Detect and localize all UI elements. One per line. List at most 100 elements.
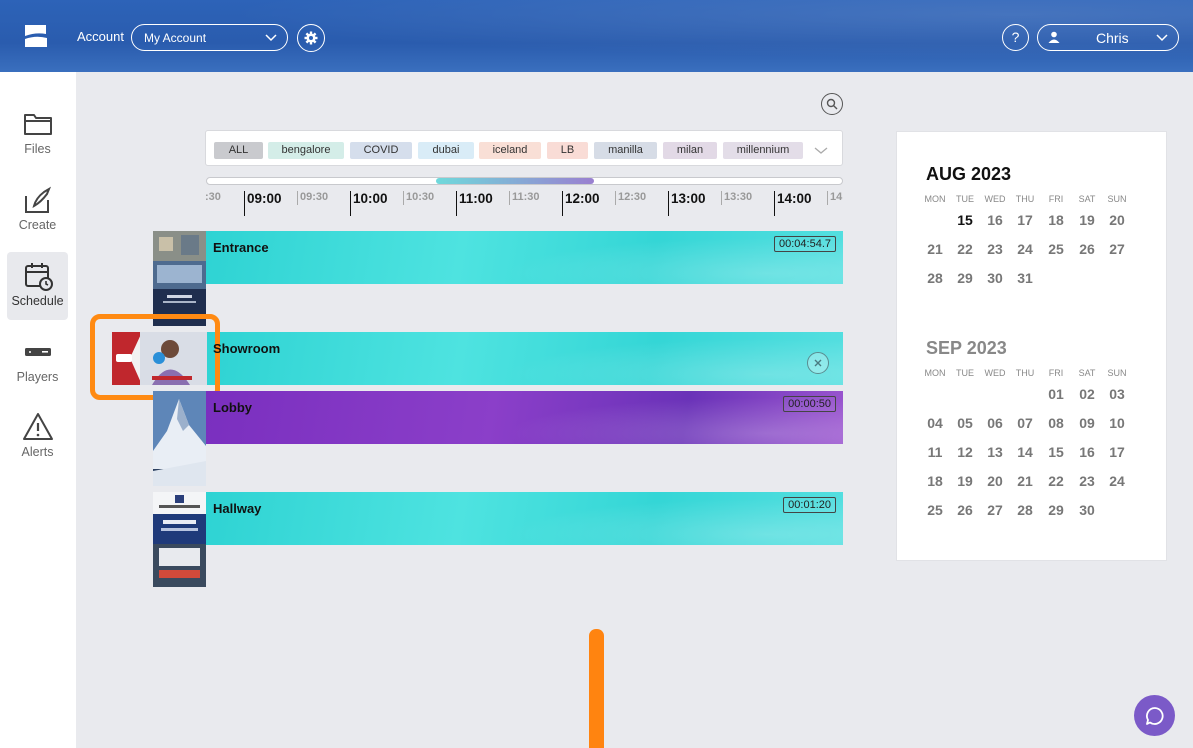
account-label: Account: [77, 29, 124, 44]
sidebar-item-files[interactable]: Files: [7, 100, 68, 168]
day-of-week-label: MON: [924, 368, 946, 378]
month-title: SEP 2023: [926, 338, 1007, 358]
calendar-day[interactable]: 18: [1044, 212, 1068, 228]
folder-icon: [24, 114, 52, 135]
schedule-band[interactable]: Showroom: [206, 332, 843, 385]
calendar-day[interactable]: 11: [923, 444, 947, 460]
calendar-day[interactable]: 28: [1013, 502, 1037, 518]
schedule-band[interactable]: Hallway 00:01:20: [206, 492, 843, 545]
calendar-day[interactable]: 27: [983, 502, 1007, 518]
calendar-day[interactable]: 20: [983, 473, 1007, 489]
dragged-content-thumbnail[interactable]: [112, 332, 207, 385]
player-row-hallway: Hallway 00:01:20: [153, 492, 843, 587]
player-thumbnail[interactable]: [153, 231, 206, 326]
gear-icon: [304, 31, 318, 45]
calendar-day[interactable]: 02: [1075, 386, 1099, 402]
account-dropdown[interactable]: My Account: [131, 24, 288, 51]
calendar-day[interactable]: 15: [953, 212, 977, 228]
player-row-lobby: Lobby 00:00:50: [153, 391, 843, 486]
filter-chip[interactable]: iceland: [479, 142, 541, 159]
player-thumbnail[interactable]: [153, 391, 206, 486]
player-icon: [25, 348, 51, 356]
sidebar-item-players[interactable]: Players: [7, 328, 68, 396]
calendar-day[interactable]: 16: [1075, 444, 1099, 460]
calendar-day[interactable]: 05: [953, 415, 977, 431]
calendar-day[interactable]: 14: [1013, 444, 1037, 460]
calendar-day[interactable]: 16: [983, 212, 1007, 228]
calendar-day[interactable]: 24: [1105, 473, 1129, 489]
calendar-day[interactable]: 28: [923, 270, 947, 286]
calendar-day[interactable]: 12: [953, 444, 977, 460]
calendar-day[interactable]: 23: [983, 241, 1007, 257]
calendar-day[interactable]: 21: [923, 241, 947, 257]
player-name: Hallway: [213, 501, 262, 516]
calendar-day[interactable]: 07: [1013, 415, 1037, 431]
player-name: Entrance: [213, 240, 269, 255]
chevron-down-icon[interactable]: [814, 143, 828, 157]
filter-chip[interactable]: bengalore: [268, 142, 344, 159]
calendar-day[interactable]: 24: [1013, 241, 1037, 257]
filter-chip[interactable]: milan: [663, 142, 717, 159]
calendar-day[interactable]: 15: [1044, 444, 1068, 460]
timeline-scrollbar[interactable]: [206, 177, 843, 185]
calendar-day[interactable]: 19: [953, 473, 977, 489]
sidebar-item-create[interactable]: Create: [7, 176, 68, 244]
calendar-panel: AUG 2023 SEP 2023 MON TUE WED THU FRI SAT SUN 1…: [896, 131, 1167, 561]
remove-button[interactable]: [807, 352, 829, 374]
calendar-day[interactable]: 04: [923, 415, 947, 431]
calendar-day[interactable]: 29: [953, 270, 977, 286]
calendar-day[interactable]: 17: [1105, 444, 1129, 460]
filter-chip-all[interactable]: ALL: [214, 142, 263, 159]
calendar-day[interactable]: 09: [1075, 415, 1099, 431]
player-row-showroom: Showroom: [153, 332, 843, 385]
player-thumbnail[interactable]: [153, 492, 206, 587]
calendar-day[interactable]: 31: [1013, 270, 1037, 286]
timeline-scroll-thumb[interactable]: [436, 178, 594, 184]
calendar-day[interactable]: 17: [1013, 212, 1037, 228]
schedule-band[interactable]: Lobby 00:00:50: [206, 391, 843, 444]
day-of-week-label: WED: [984, 368, 1006, 378]
filter-chip[interactable]: millennium: [723, 142, 803, 159]
filter-chip[interactable]: LB: [547, 142, 588, 159]
calendar-day[interactable]: 01: [1044, 386, 1068, 402]
sidebar-item-alerts[interactable]: Alerts: [7, 403, 68, 471]
calendar-day[interactable]: 30: [1075, 502, 1099, 518]
help-button[interactable]: ?: [1002, 24, 1029, 51]
calendar-day[interactable]: 25: [1044, 241, 1068, 257]
calendar-day[interactable]: 27: [1105, 241, 1129, 257]
schedule-band[interactable]: Entrance 00:04:54.7: [206, 231, 843, 284]
calendar-day[interactable]: 22: [1044, 473, 1068, 489]
app-logo-icon[interactable]: [22, 22, 50, 50]
user-menu[interactable]: Chris: [1037, 24, 1179, 51]
calendar-day[interactable]: 08: [1044, 415, 1068, 431]
calendar-day[interactable]: 23: [1075, 473, 1099, 489]
sidebar-item-label: Alerts: [21, 445, 54, 459]
settings-button[interactable]: [297, 24, 325, 52]
calendar-day[interactable]: 30: [983, 270, 1007, 286]
sidebar-item-label: Schedule: [11, 294, 64, 308]
filter-chip[interactable]: dubai: [418, 142, 474, 159]
calendar-day[interactable]: 18: [923, 473, 947, 489]
calendar-day[interactable]: 13: [983, 444, 1007, 460]
calendar-day[interactable]: 22: [953, 241, 977, 257]
time-tick: 11:00: [456, 191, 493, 216]
calendar-day[interactable]: 19: [1075, 212, 1099, 228]
calendar-day[interactable]: 25: [923, 502, 947, 518]
day-of-week-label: SAT: [1078, 194, 1096, 204]
calendar-day[interactable]: 26: [1075, 241, 1099, 257]
chat-button[interactable]: [1134, 695, 1175, 736]
sidebar-item-schedule[interactable]: Schedule: [7, 252, 68, 320]
filter-chip[interactable]: COVID: [350, 142, 412, 159]
search-button[interactable]: [821, 93, 843, 115]
calendar-day[interactable]: 20: [1105, 212, 1129, 228]
sidebar: Files Create Schedule Players Alerts: [0, 72, 76, 748]
calendar-day[interactable]: 29: [1044, 502, 1068, 518]
calendar-day[interactable]: 21: [1013, 473, 1037, 489]
duration-badge: 00:00:50: [783, 396, 836, 412]
day-of-week-label: SAT: [1078, 368, 1096, 378]
calendar-day[interactable]: 06: [983, 415, 1007, 431]
calendar-day[interactable]: 10: [1105, 415, 1129, 431]
calendar-day[interactable]: 26: [953, 502, 977, 518]
calendar-day[interactable]: 03: [1105, 386, 1129, 402]
filter-chip[interactable]: manilla: [594, 142, 657, 159]
